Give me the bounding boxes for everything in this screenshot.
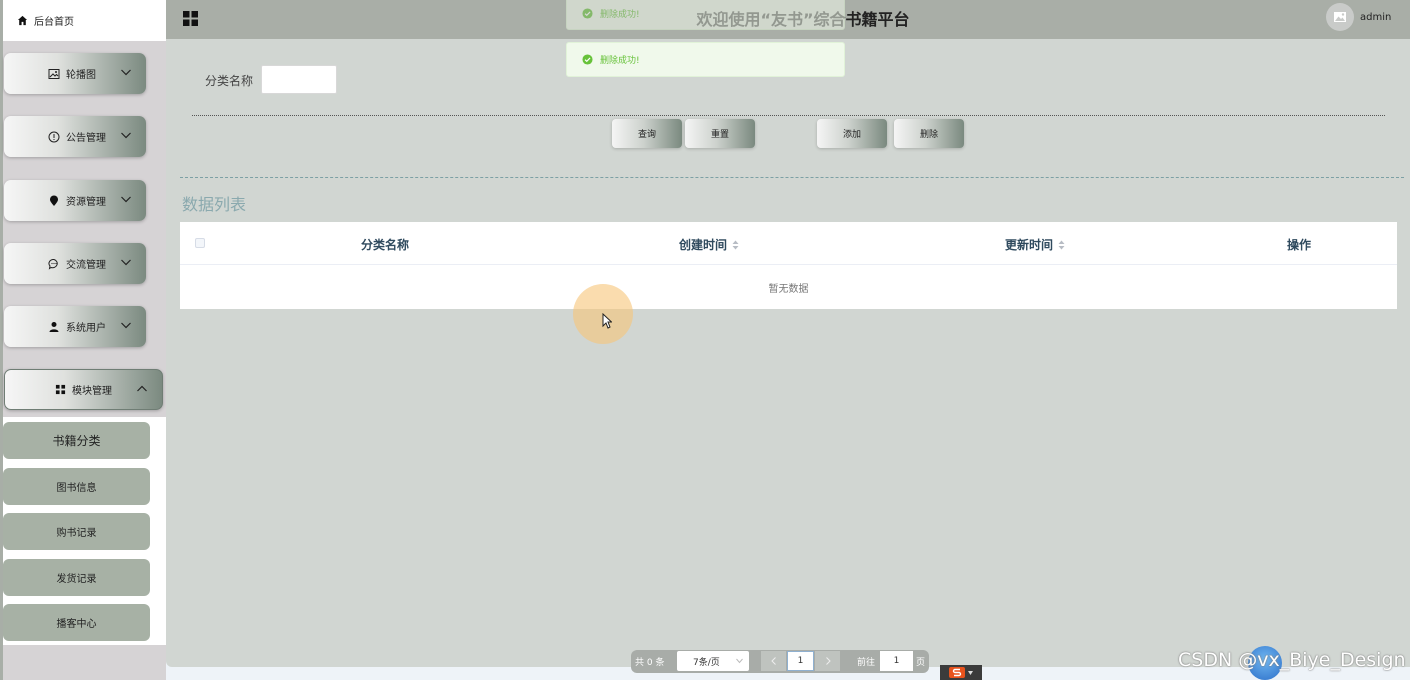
list-title: 数据列表 [182, 195, 247, 214]
info-circle-icon [48, 131, 60, 143]
goto-page-input[interactable]: 1 [880, 651, 913, 671]
reset-button[interactable]: 重置 [685, 119, 755, 148]
user-icon [48, 321, 60, 333]
select-all-checkbox[interactable] [195, 238, 205, 248]
column-header-label: 更新时间 [1005, 238, 1054, 252]
chevron-down-icon [120, 66, 132, 78]
chevron-down-icon [120, 129, 132, 141]
submenu-item-podcast-center[interactable]: 播客中心 [3, 604, 150, 641]
mouse-cursor-icon [602, 313, 612, 329]
column-header-label: 创建时间 [679, 238, 728, 252]
column-header-updated-time[interactable]: 更新时间 [1005, 236, 1065, 253]
chevron-down-icon [120, 256, 132, 268]
total-count: 共 0 条 [635, 658, 665, 668]
submenu-item-shipping-records[interactable]: 发货记录 [3, 559, 150, 596]
avatar[interactable] [1326, 3, 1354, 31]
submenu-item-book-category[interactable]: 书籍分类 [3, 422, 150, 459]
divider [192, 115, 1385, 116]
grid-icon [55, 384, 66, 395]
query-button[interactable]: 查询 [612, 119, 682, 148]
toast-message: 删除成功! [600, 9, 640, 20]
chevron-down-icon [120, 193, 132, 205]
watermark: CSDN @vx_Biye_Design [1178, 649, 1406, 671]
table-header: 分类名称 创建时间 更新时间 操作 [180, 222, 1397, 265]
sidebar-item-label: 公告管理 [66, 133, 106, 144]
column-header-label: 分类名称 [361, 238, 410, 252]
toast-message: 删除成功! [600, 56, 640, 66]
sidebar-item-system-users[interactable]: 系统用户 [4, 306, 146, 347]
column-header-created-time[interactable]: 创建时间 [679, 236, 739, 253]
column-header-label: 操作 [1287, 238, 1312, 252]
prev-page-button[interactable] [761, 651, 786, 671]
location-pin-icon [48, 195, 60, 207]
chevron-down-icon [736, 658, 743, 664]
chevron-up-icon [136, 383, 148, 395]
sidebar-item-label: 模块管理 [72, 386, 112, 397]
empty-state: 暂无数据 [768, 283, 809, 295]
page-size-select[interactable]: 7条/页 [677, 651, 749, 671]
data-table: 分类名称 创建时间 更新时间 操作 暂无数据 [180, 222, 1397, 309]
sidebar-item-exchange[interactable]: 交流管理 [4, 243, 146, 284]
ime-toolbar [940, 665, 982, 680]
sidebar-item-notice[interactable]: 公告管理 [4, 116, 146, 157]
delete-button[interactable]: 删除 [894, 119, 964, 148]
submenu-item-book-info[interactable]: 图书信息 [3, 468, 150, 505]
divider [180, 177, 1404, 178]
chevron-left-icon [770, 657, 777, 665]
chat-bubble-icon [48, 258, 60, 270]
sidebar-item-home[interactable]: 后台首页 [3, 0, 166, 41]
sidebar-item-label: 资源管理 [66, 197, 106, 208]
check-circle-icon [582, 54, 593, 65]
sidebar-item-label: 系统用户 [66, 323, 106, 334]
submenu-item-purchase-records[interactable]: 购书记录 [3, 513, 150, 550]
sort-icon[interactable] [732, 240, 739, 250]
sidebar-item-carousel[interactable]: 轮播图 [4, 53, 146, 94]
main-content: 分类名称 查询 重置 添加 删除 数据列表 分类名称 创建时间 更新时间 操作 … [166, 39, 1410, 667]
goto-label: 前往 [857, 658, 876, 668]
page-suffix: 页 [916, 658, 926, 668]
image-placeholder-icon [1333, 10, 1347, 24]
sidebar: 后台首页 轮播图 公告管理 资源管理 交流管理 系统用户 模块管理 书籍分类 图… [0, 0, 166, 680]
sidebar-item-resource[interactable]: 资源管理 [4, 180, 146, 221]
sidebar-item-modules[interactable]: 模块管理 [4, 369, 163, 410]
sidebar-item-label: 轮播图 [66, 70, 96, 81]
chevron-down-icon [120, 319, 132, 331]
sidebar-item-label: 后台首页 [34, 17, 74, 28]
add-button[interactable]: 添加 [817, 119, 887, 148]
sidebar-item-label: 交流管理 [66, 260, 106, 271]
sogou-ime-icon [949, 667, 965, 678]
pagination: 共 0 条 7条/页 1 前往 1 页 [631, 650, 929, 673]
submenu-panel: 书籍分类 图书信息 购书记录 发货记录 播客中心 [3, 417, 166, 645]
chevron-right-icon [825, 657, 831, 665]
dropdown-arrow-icon [968, 670, 973, 675]
category-name-input[interactable] [261, 65, 337, 94]
sort-icon[interactable] [1058, 240, 1065, 250]
next-page-button[interactable] [815, 651, 840, 671]
current-page[interactable]: 1 [787, 651, 814, 671]
search-label: 分类名称 [205, 74, 254, 88]
success-toast: 删除成功! [566, 42, 845, 77]
image-icon [48, 68, 60, 80]
column-header-actions: 操作 [1287, 236, 1311, 253]
home-icon [17, 15, 28, 26]
column-header-category-name: 分类名称 [361, 236, 409, 253]
username[interactable]: admin [1360, 12, 1391, 23]
success-toast: 删除成功! [566, 0, 845, 30]
check-circle-icon [582, 7, 593, 19]
page-size-value: 7条/页 [693, 657, 720, 668]
